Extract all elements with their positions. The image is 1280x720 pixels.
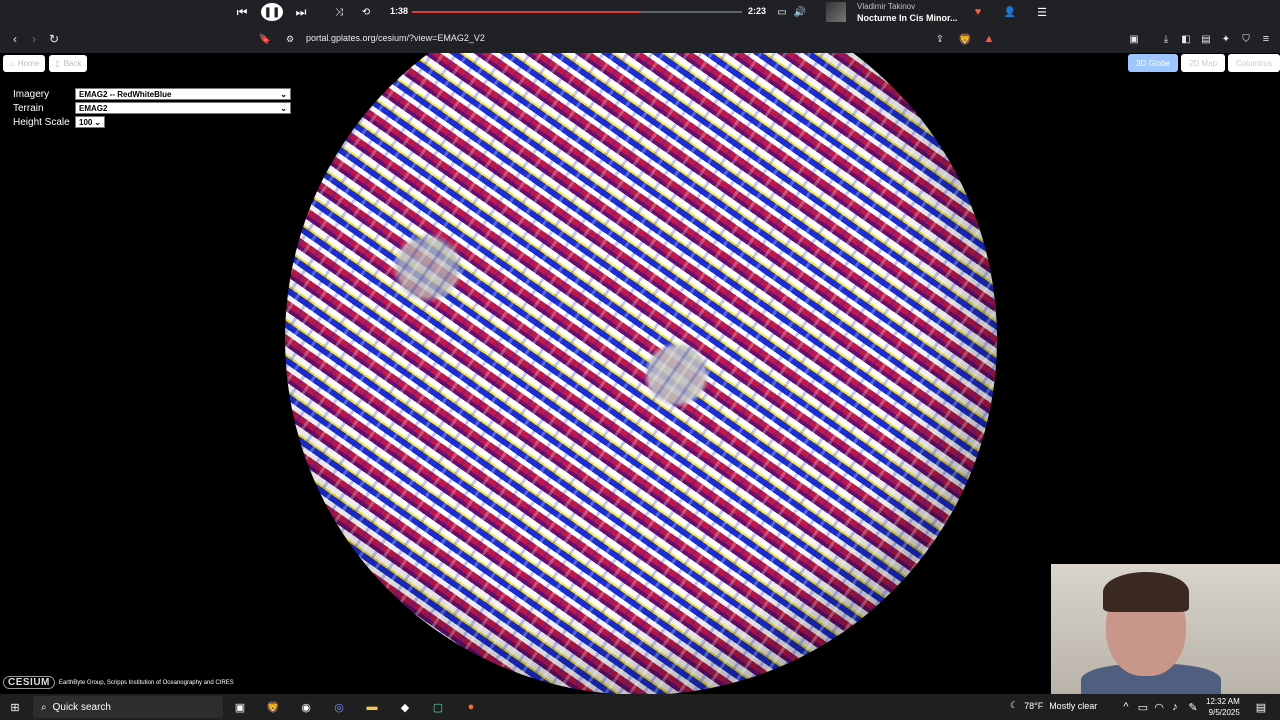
viewer-left-toolbar: ⌂ Home ▯ Back: [3, 55, 88, 72]
imagery-value: EMAG2 -- RedWhiteBlue: [79, 89, 172, 99]
media-bar: ⏮ ❚❚ ⏭ ⤨ ⟲ 1:38 2:23 ▭ 🔊 Vladimir Takino…: [0, 0, 1280, 24]
terrain-value: EMAG2: [79, 103, 108, 113]
weather-icon: ☾: [1010, 700, 1019, 710]
back-button[interactable]: ▯ Back: [49, 55, 88, 72]
terrain-select[interactable]: EMAG2 ⌄: [75, 102, 291, 114]
notifications-icon[interactable]: ▤: [1252, 698, 1270, 716]
terminal-taskbar-icon[interactable]: ▢: [429, 698, 447, 716]
repeat-icon[interactable]: ⟲: [358, 3, 374, 21]
clock[interactable]: 12:32 AM 9/5/2025: [1206, 696, 1240, 718]
elapsed-time: 1:38: [390, 6, 409, 16]
file-explorer-icon[interactable]: ▬: [363, 698, 381, 716]
globe-3d-button[interactable]: 3D Globe: [1128, 54, 1178, 72]
windows-start-icon[interactable]: ⊞: [6, 698, 24, 716]
cesium-logo[interactable]: CESIUM: [3, 676, 55, 689]
bookmark-icon[interactable]: 🔖: [257, 31, 273, 47]
taskbar-search[interactable]: ⌕ Quick search: [33, 696, 223, 718]
back-page-icon: ▯: [55, 59, 60, 68]
leo-icon[interactable]: ✦: [1218, 31, 1234, 47]
progress-fill: [412, 11, 640, 13]
forward-arrow-icon[interactable]: ›: [26, 31, 42, 47]
imagery-select[interactable]: EMAG2 -- RedWhiteBlue ⌄: [75, 88, 291, 100]
search-icon: ⌕: [41, 701, 47, 713]
volume-tray-icon[interactable]: ♪: [1166, 698, 1184, 716]
credits: CESIUM EarthByte Group, Scripps Institut…: [3, 676, 234, 689]
credit-text: EarthByte Group, Scripps Institution of …: [58, 679, 234, 686]
task-view-icon[interactable]: ▣: [231, 698, 249, 716]
weather-widget[interactable]: ☾ 78°F Mostly clear: [1010, 700, 1097, 711]
clock-time: 12:32 AM: [1206, 697, 1240, 706]
share-icon[interactable]: ⇪: [932, 31, 948, 47]
layer-toolbar: Imagery EMAG2 -- RedWhiteBlue ⌄ Terrain E…: [13, 87, 291, 129]
chrome-taskbar-icon[interactable]: ◉: [297, 698, 315, 716]
back-button-label: Back: [63, 59, 82, 68]
home-icon: ⌂: [9, 59, 14, 68]
vpn-icon[interactable]: ⛉: [1238, 31, 1254, 47]
tab-search-icon[interactable]: ▣: [1126, 31, 1142, 47]
brave-shield-icon[interactable]: 🦁: [957, 31, 973, 47]
rewards-icon[interactable]: ▲: [981, 31, 997, 47]
track-title: Nocturne In Cis Minor...: [857, 13, 958, 23]
miniplayer-icon[interactable]: ▭: [774, 3, 790, 21]
shuffle-icon[interactable]: ⤨: [331, 3, 347, 21]
home-button-label: Home: [17, 59, 40, 68]
map-2d-button[interactable]: 2D Map: [1180, 54, 1225, 72]
user-icon[interactable]: 👤: [1002, 3, 1018, 21]
imagery-label: Imagery: [13, 88, 50, 100]
heart-icon[interactable]: ♥: [970, 3, 986, 21]
height-scale-label: Height Scale: [13, 116, 70, 128]
download-icon[interactable]: ⤓: [1158, 31, 1174, 47]
height-scale-value: 100: [79, 117, 93, 127]
browser-nav-bar: ‹ › ↻ 🔖 ⚙ portal.gplates.org/cesium/?vie…: [0, 24, 1280, 53]
soundcloud-taskbar-icon[interactable]: ●: [462, 698, 480, 716]
pen-icon[interactable]: ✎: [1184, 698, 1202, 716]
reload-icon[interactable]: ↻: [46, 31, 62, 47]
album-art: [826, 2, 846, 22]
clock-date: 9/5/2025: [1208, 708, 1240, 717]
menu-icon[interactable]: ≡: [1258, 31, 1274, 47]
wallet-icon[interactable]: ▤: [1198, 31, 1214, 47]
weather-condition: Mostly clear: [1049, 700, 1098, 711]
terrain-label: Terrain: [13, 102, 44, 114]
previous-track-icon[interactable]: ⏮: [234, 3, 250, 21]
chevron-down-icon: ⌄: [280, 89, 287, 99]
site-info-icon[interactable]: ⚙: [282, 31, 298, 47]
chevron-down-icon: ⌄: [94, 117, 101, 127]
webcam-person-hair: [1103, 572, 1189, 612]
sidebar-icon[interactable]: ◧: [1178, 31, 1194, 47]
columbus-view-button[interactable]: Columbus: [1227, 54, 1280, 72]
discord-taskbar-icon[interactable]: ◎: [330, 698, 348, 716]
pause-icon[interactable]: ❚❚: [261, 3, 283, 21]
home-button[interactable]: ⌂ Home: [3, 55, 46, 72]
taskbar: ⊞ ⌕ Quick search ▣ 🦁 ◉ ◎ ▬ ◆ ▢ ● ☾ 78°F …: [0, 694, 1280, 720]
next-track-icon[interactable]: ⏭: [293, 3, 309, 21]
volume-icon[interactable]: 🔊: [792, 3, 808, 21]
temperature: 78°F: [1024, 700, 1044, 711]
globe[interactable]: [285, 53, 997, 694]
view-mode-toolbar: 3D Globe 2D Map Columbus: [1128, 54, 1280, 72]
height-scale-select[interactable]: 100 ⌄: [75, 116, 105, 128]
brave-taskbar-icon[interactable]: 🦁: [264, 698, 282, 716]
chevron-down-icon: ⌄: [280, 103, 287, 113]
track-artist: Vladimir Takinov: [857, 2, 916, 11]
app-taskbar-icon[interactable]: ◆: [396, 698, 414, 716]
queue-icon[interactable]: ☰: [1034, 3, 1050, 21]
tray-chevron-icon[interactable]: ^: [1117, 698, 1135, 716]
webcam-overlay: [1051, 564, 1280, 694]
duration-time: 2:23: [748, 6, 767, 16]
back-arrow-icon[interactable]: ‹: [7, 31, 23, 47]
address-bar[interactable]: portal.gplates.org/cesium/?view=EMAG2_V2: [306, 33, 485, 43]
search-placeholder: Quick search: [52, 701, 111, 713]
progress-bar[interactable]: [412, 11, 742, 13]
